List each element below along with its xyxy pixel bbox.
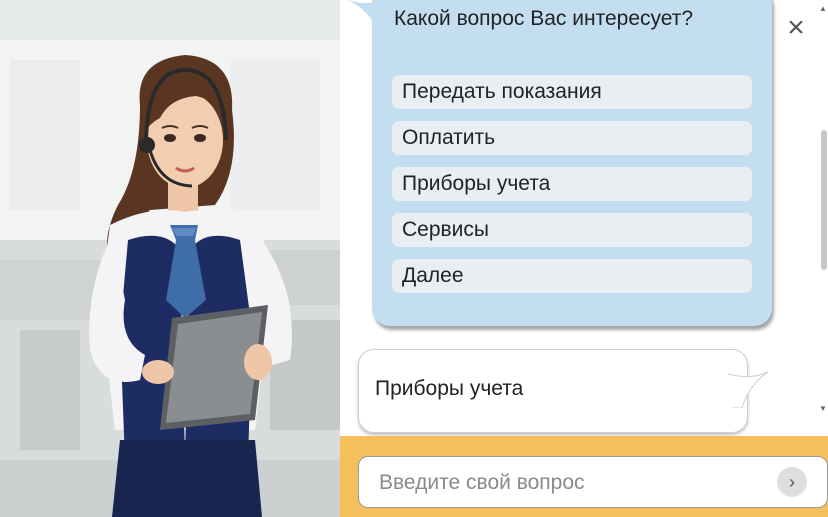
question-input[interactable] [377,467,761,499]
bot-message-bubble: Какой вопрос Вас интересует? Передать по… [372,0,772,326]
bubble-tail-icon [348,0,378,30]
scroll-thumb[interactable] [821,130,827,270]
user-message-bubble: Приборы учета [358,349,748,433]
assistant-scene [0,0,340,517]
close-icon[interactable]: × [782,13,810,43]
assistant-illustration [0,0,340,517]
user-message-text: Приборы учета [375,377,524,400]
send-icon[interactable]: › [777,467,807,497]
option-button[interactable]: Передать показания [392,75,752,109]
bubble-tail-icon [728,371,768,408]
scroll-down-icon[interactable]: ▼ [818,404,828,413]
input-bar: › [340,436,828,517]
option-button[interactable]: Приборы учета [392,167,752,201]
chat-scrollbar[interactable]: ▲ ▼ [818,0,828,436]
option-button[interactable]: Сервисы [392,213,752,247]
bot-question-text: Какой вопрос Вас интересует? [394,7,694,30]
scroll-up-icon[interactable]: ▲ [818,4,828,13]
question-input-box: › [358,456,828,508]
chat-panel: Какой вопрос Вас интересует? Передать по… [340,0,828,517]
option-button[interactable]: Далее [392,259,752,293]
option-button[interactable]: Оплатить [392,121,752,155]
